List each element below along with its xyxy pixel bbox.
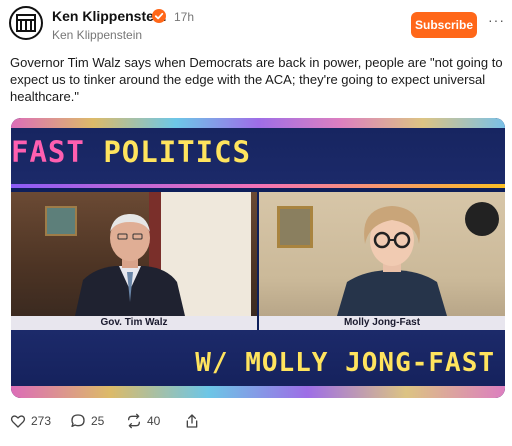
subscribe-button[interactable]: Subscribe: [411, 12, 477, 38]
video-thumbnail[interactable]: FAST POLITICS Gov. Tim Walz Molly Jong-F…: [11, 118, 505, 398]
like-count: 273: [31, 414, 52, 428]
like-button[interactable]: 273: [10, 410, 51, 432]
caption-right: Molly Jong-Fast: [259, 316, 505, 330]
post-time: 17h: [174, 10, 195, 24]
comment-button[interactable]: 25: [70, 410, 104, 432]
video-subtitle: W/ MOLLY JONG-FAST: [195, 348, 495, 378]
publication-name[interactable]: Ken Klippenstein: [52, 28, 142, 42]
author-avatar[interactable]: [9, 6, 43, 40]
wall-frame-decoration: [45, 206, 77, 236]
comment-icon: [71, 414, 85, 427]
heart-icon: [10, 415, 26, 428]
guest-figure-left: [75, 214, 185, 316]
restack-count: 40: [147, 414, 161, 428]
verified-badge-icon: [152, 9, 166, 23]
restack-button[interactable]: 40: [126, 410, 160, 432]
camera-decoration: [465, 202, 499, 236]
comment-count: 25: [91, 414, 105, 428]
post-text: Governor Tim Walz says when Democrats ar…: [10, 55, 503, 104]
video-title: FAST POLITICS: [11, 135, 251, 169]
video-title-part2: POLITICS: [103, 135, 251, 169]
author-name[interactable]: Ken Klippenstein: [52, 8, 166, 24]
more-options-icon[interactable]: ···: [488, 12, 506, 32]
video-panel-left: [11, 192, 257, 316]
share-button[interactable]: [184, 410, 200, 432]
video-title-banner: FAST POLITICS: [11, 118, 505, 188]
restack-icon: [127, 413, 140, 429]
post-card: Ken Klippenstein 17h Ken Klippenstein Su…: [0, 0, 512, 446]
action-bar: 273 25 40: [10, 410, 310, 432]
avatar-logo-icon: [12, 9, 40, 37]
video-panel-right: [259, 192, 505, 316]
caption-left: Gov. Tim Walz: [11, 316, 257, 330]
wall-painting-decoration: [277, 206, 313, 248]
video-subtitle-banner: W/ MOLLY JONG-FAST: [11, 330, 505, 398]
guest-figure-right: [337, 206, 447, 316]
share-icon: [186, 414, 198, 428]
video-title-part1: FAST: [11, 135, 85, 169]
